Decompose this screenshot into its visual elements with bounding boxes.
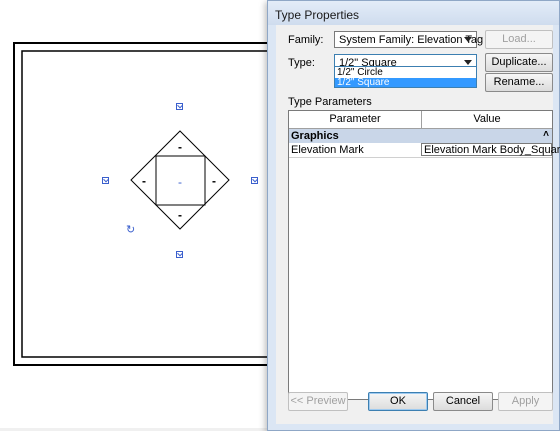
tag-mark-center: - — [178, 175, 182, 189]
value-cell[interactable]: Elevation Mark Body_Square : D — [421, 143, 560, 156]
tag-mark-right: - — [212, 174, 216, 188]
family-dropdown[interactable]: System Family: Elevation Tag — [334, 31, 483, 48]
grid-header: Parameter Value — [289, 111, 552, 129]
column-header-value[interactable]: Value — [422, 113, 552, 125]
column-header-parameter[interactable]: Parameter — [289, 113, 421, 125]
rotate-icon[interactable]: ↻ — [126, 225, 135, 236]
type-option-circle[interactable]: 1/2" Circle — [335, 68, 476, 78]
dialog-client: Family: System Family: Elevation Tag Loa… — [276, 25, 560, 424]
dialog-title: Type Properties — [275, 8, 360, 22]
type-properties-dialog: Type Properties Family: System Family: E… — [267, 0, 560, 431]
grip-checkbox-right[interactable] — [251, 177, 258, 184]
type-option-square[interactable]: 1/2" Square — [335, 78, 476, 88]
family-value: System Family: Elevation Tag — [339, 34, 484, 46]
grip-checkbox-bottom[interactable] — [176, 251, 183, 258]
grip-checkbox-top[interactable] — [176, 103, 183, 110]
cancel-button[interactable]: Cancel — [433, 392, 493, 411]
type-label: Type: — [288, 57, 315, 69]
table-row[interactable]: Elevation Mark Elevation Mark Body_Squar… — [289, 143, 560, 158]
tag-mark-bottom: - — [178, 208, 182, 222]
parameter-cell: Elevation Mark — [291, 144, 364, 156]
value-cell-text: Elevation Mark Body_Square : D — [424, 144, 560, 156]
type-dropdown-list: 1/2" Circle 1/2" Square — [334, 66, 477, 88]
grip-checkbox-left[interactable] — [102, 177, 109, 184]
apply-button[interactable]: Apply — [498, 392, 553, 411]
collapse-icon[interactable]: ˄ — [543, 129, 549, 140]
family-label: Family: — [288, 34, 324, 46]
group-row-graphics[interactable]: Graphics ˄ — [289, 129, 552, 143]
duplicate-button[interactable]: Duplicate... — [485, 53, 553, 72]
ok-button[interactable]: OK — [368, 392, 428, 411]
group-label: Graphics — [291, 130, 339, 142]
chevron-down-icon — [464, 60, 472, 65]
rename-button[interactable]: Rename... — [485, 73, 553, 92]
load-button[interactable]: Load... — [485, 30, 553, 49]
type-parameters-grid: Parameter Value Graphics ˄ Elevation Mar… — [288, 110, 560, 400]
tag-mark-top: - — [178, 140, 182, 154]
preview-button[interactable]: << Preview — [288, 392, 348, 411]
chevron-down-icon — [464, 37, 472, 42]
dialog-titlebar[interactable]: Type Properties — [268, 1, 559, 25]
type-parameters-label: Type Parameters — [288, 96, 372, 108]
tag-mark-left: - — [142, 174, 146, 188]
